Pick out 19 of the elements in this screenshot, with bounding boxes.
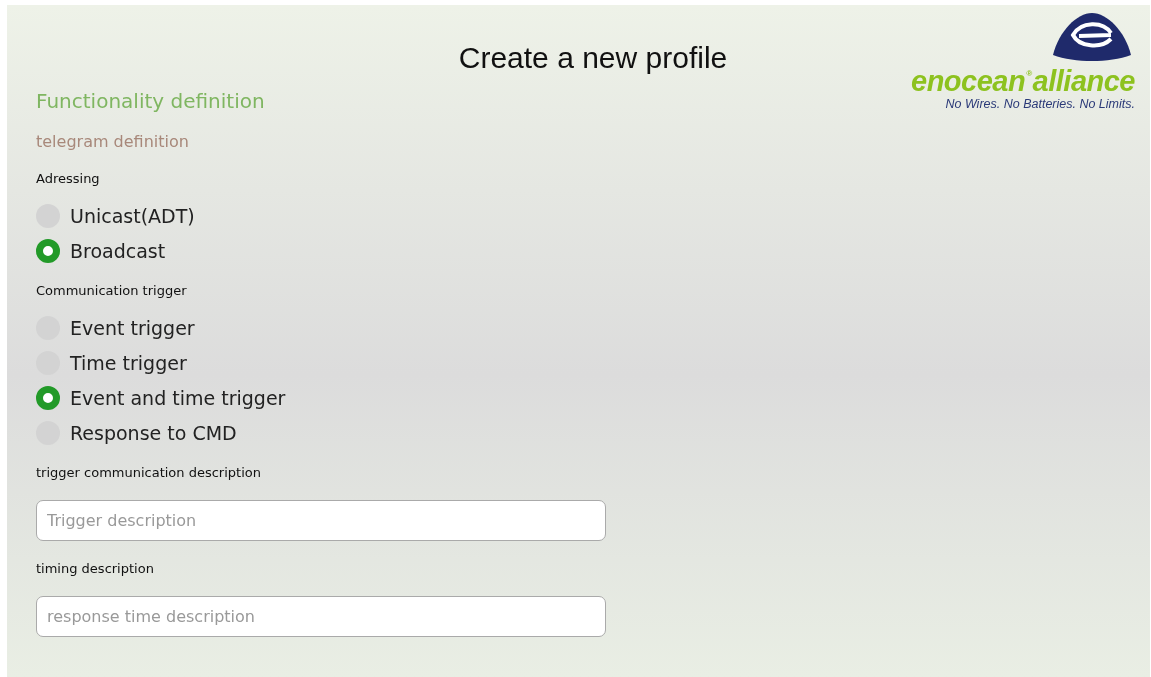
- field-label: timing description: [36, 561, 155, 576]
- radio-option[interactable]: Broadcast: [36, 238, 1150, 263]
- section-heading: Functionality definition: [36, 89, 265, 113]
- text-field[interactable]: response time description: [36, 596, 606, 637]
- radio-option[interactable]: Response to CMD: [36, 420, 1150, 445]
- subsection-heading: telegram definition: [36, 132, 189, 151]
- field-label: trigger communication description: [36, 465, 262, 480]
- brand-name: enocean®alliance: [911, 67, 1135, 96]
- radio-button[interactable]: [36, 238, 60, 263]
- radio-option[interactable]: Time trigger: [36, 350, 1150, 375]
- radio-option[interactable]: Event trigger: [36, 315, 1150, 340]
- tagline: No Wires. No Batteries. No Limits.: [945, 97, 1135, 111]
- page-title: Create a new profile: [458, 41, 728, 75]
- radio-button[interactable]: [36, 385, 60, 410]
- text-field[interactable]: Trigger description: [36, 500, 606, 541]
- radio-option[interactable]: Event and time trigger: [36, 385, 1150, 410]
- radio-option[interactable]: Unicast(ADT): [36, 203, 1150, 228]
- group-label: Communication trigger: [36, 283, 188, 298]
- group-label: Adressing: [36, 171, 101, 186]
